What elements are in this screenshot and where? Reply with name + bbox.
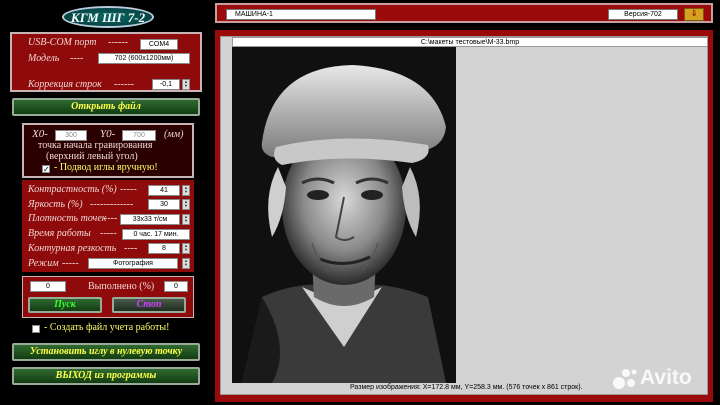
mode-select[interactable]: Фотография xyxy=(88,258,178,269)
done-value: 0 xyxy=(164,281,188,292)
report-label: - Создать файл учета работы! xyxy=(44,322,170,333)
brightness-label: Яркость (%) xyxy=(28,199,83,210)
version-field: Версия-702 xyxy=(608,9,678,20)
x0-label: X0- xyxy=(32,128,48,140)
mode-label: Режим xyxy=(28,258,59,269)
row-correction-spinner[interactable] xyxy=(182,79,190,90)
brightness-input[interactable]: 30 xyxy=(148,199,180,210)
density-select[interactable]: 33x33 т/см xyxy=(120,214,180,225)
dash-separator: ------------- xyxy=(90,199,134,210)
portrait-photo xyxy=(232,47,456,383)
density-label: Плотность точек xyxy=(28,213,107,224)
manual-feed-label: - Подвод иглы вручную! xyxy=(54,162,158,173)
start-counter: 0 xyxy=(30,281,66,292)
usb-port-select[interactable]: COM4 xyxy=(140,39,178,50)
dash-separator: ------ xyxy=(108,37,128,48)
avito-logo-icon xyxy=(613,369,637,389)
y0-label: Y0- xyxy=(100,128,116,140)
brightness-spinner[interactable] xyxy=(182,199,190,210)
sharpness-input[interactable]: 8 xyxy=(148,243,180,254)
report-checkbox[interactable] xyxy=(32,325,40,333)
open-file-button[interactable]: Открыть файл xyxy=(12,98,200,116)
dash-separator: ---- xyxy=(104,213,118,224)
contrast-label: Контрастность (%) xyxy=(28,184,117,195)
avito-watermark: Avito xyxy=(612,366,712,392)
row-correction-input[interactable]: -0,1 xyxy=(152,79,180,90)
contrast-input[interactable]: 41 xyxy=(148,185,180,196)
row-correction-label: Коррекция строк xyxy=(28,79,102,90)
contrast-spinner[interactable] xyxy=(182,185,190,196)
avito-text: Avito xyxy=(640,366,692,389)
machine-field[interactable]: МАШИНА-1 xyxy=(226,9,376,20)
stop-button[interactable]: Стоп xyxy=(112,297,186,313)
unit-label: (мм) xyxy=(164,129,184,140)
worktime-label: Время работы xyxy=(28,228,91,239)
dash-separator: ---- xyxy=(124,243,138,254)
dash-separator: ----- xyxy=(100,228,117,239)
dash-separator: ------ xyxy=(114,79,134,90)
origin-caption-2: (верхний левый угол) xyxy=(46,151,138,162)
exit-button[interactable]: ВЫХОД из программы xyxy=(12,367,200,385)
manual-feed-checkbox[interactable]: ✓ xyxy=(42,165,50,174)
control-panel: КГМ ШГ 7-2 USB-COM порт ------ COM4 Моде… xyxy=(0,0,212,405)
sharpness-spinner[interactable] xyxy=(182,243,190,254)
origin-caption-1: точка начала гравирования xyxy=(38,140,153,151)
model-select[interactable]: 702 (600x1200мм) xyxy=(98,53,190,64)
density-spinner[interactable] xyxy=(182,214,190,225)
dash-separator: ---- xyxy=(70,53,84,64)
portrait-image xyxy=(232,47,456,383)
app-logo: КГМ ШГ 7-2 xyxy=(62,6,154,28)
start-button[interactable]: Пуск xyxy=(28,297,102,313)
zero-point-button[interactable]: Установить иглу в нулевую точку xyxy=(12,343,200,361)
download-icon[interactable]: ⇓ xyxy=(684,8,704,21)
mode-spinner[interactable] xyxy=(182,258,190,269)
model-label: Модель xyxy=(28,53,60,64)
dash-separator: ----- xyxy=(62,258,79,269)
file-path: C:\макеты тестовые\М-33.bmp xyxy=(232,37,708,47)
usb-port-label: USB-COM порт xyxy=(28,37,97,48)
done-label: Выполнено (%) xyxy=(88,281,155,292)
sharpness-label: Контурная резкость xyxy=(28,243,117,254)
worktime-value: 0 час. 17 мин. xyxy=(122,229,190,240)
dash-separator: ----- xyxy=(120,184,137,195)
